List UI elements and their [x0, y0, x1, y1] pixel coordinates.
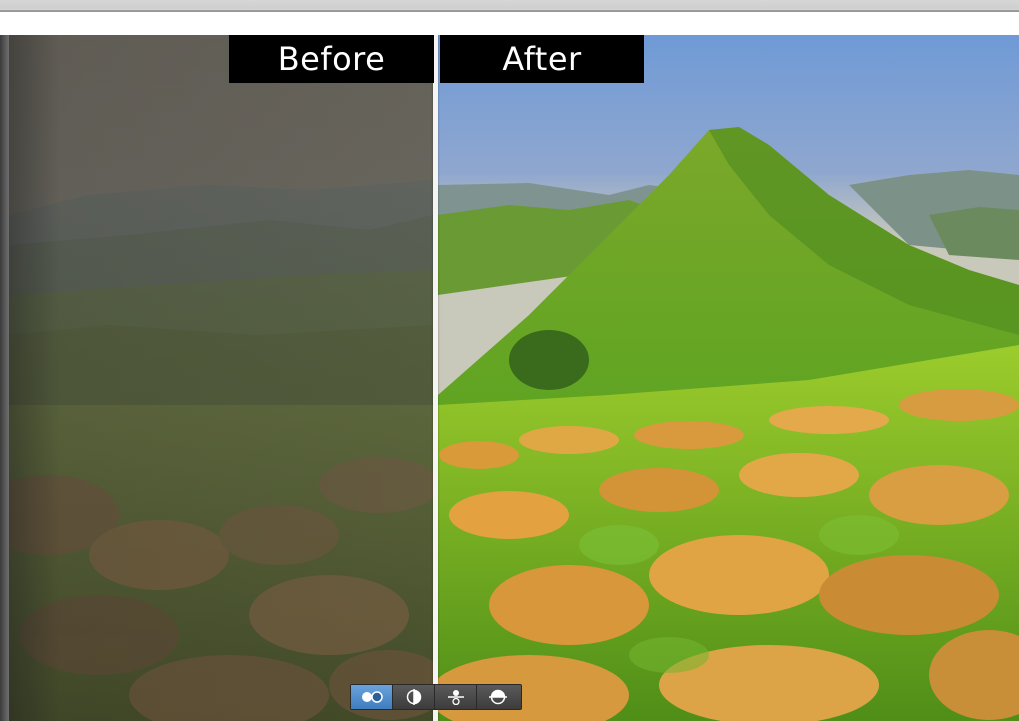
overlay-view-icon	[489, 689, 507, 705]
top-bar-edge	[0, 10, 1019, 12]
window-top-bar	[0, 0, 1019, 35]
after-label: After	[440, 35, 644, 83]
after-image-pane	[438, 35, 1019, 721]
before-haze-overlay	[9, 35, 433, 721]
side-by-side-view-icon	[361, 691, 383, 703]
compare-mode-toolbar	[350, 684, 522, 710]
after-landscape-photo	[438, 35, 1019, 721]
split-horizontal-view-button[interactable]	[435, 685, 477, 709]
overlay-view-button[interactable]	[477, 685, 519, 709]
split-horizontal-view-icon	[447, 690, 464, 705]
before-after-viewer[interactable]: Before After	[9, 35, 1019, 721]
split-vertical-view-icon	[406, 689, 421, 705]
split-divider[interactable]	[433, 35, 438, 721]
side-by-side-view-button[interactable]	[351, 685, 393, 709]
split-vertical-view-button[interactable]	[393, 685, 435, 709]
before-image-pane	[9, 35, 433, 721]
before-label: Before	[229, 35, 434, 83]
window-left-edge	[0, 35, 9, 721]
